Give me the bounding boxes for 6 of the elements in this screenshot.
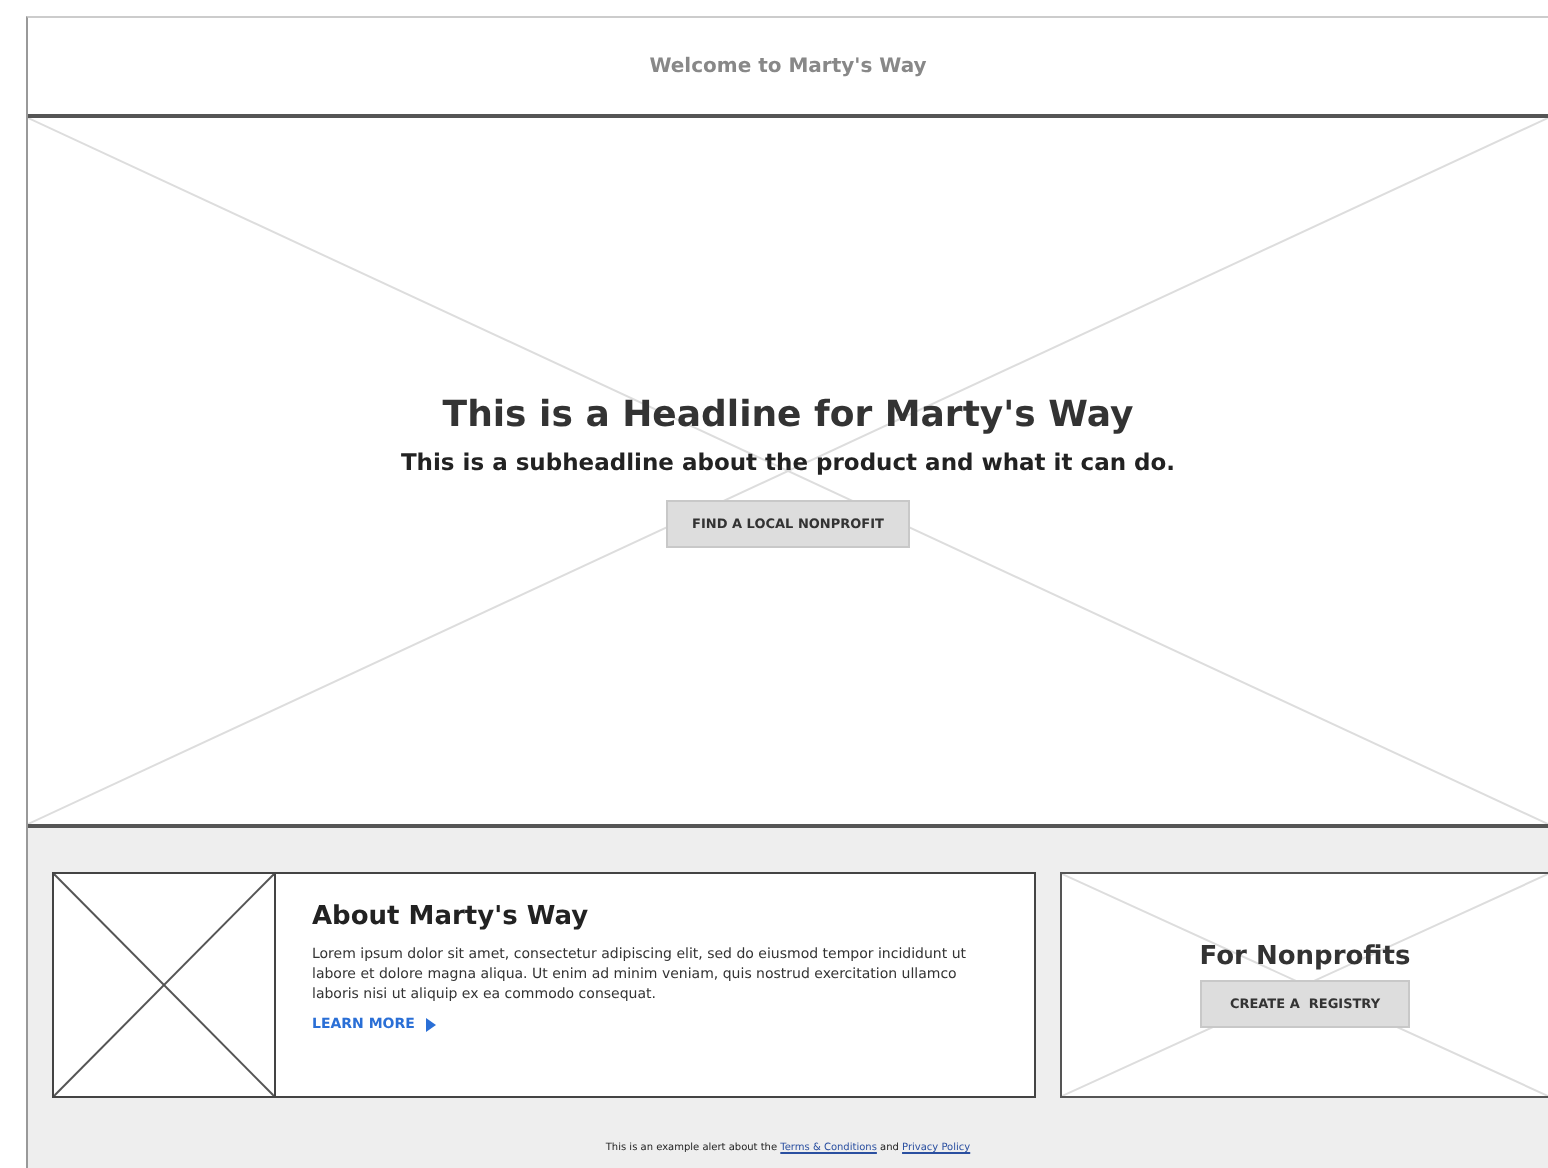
caret-icon: [426, 1017, 437, 1031]
header-title: Welcome to Marty's Way: [649, 55, 927, 77]
subheadline: This is a subheadline about the product and what it can do.: [400, 448, 1176, 476]
headline: This is a Headline for Marty's Way: [442, 394, 1134, 436]
nonprofits-title: For Nonprofits: [1199, 942, 1411, 972]
about-title: About Marty's Way: [312, 902, 591, 932]
